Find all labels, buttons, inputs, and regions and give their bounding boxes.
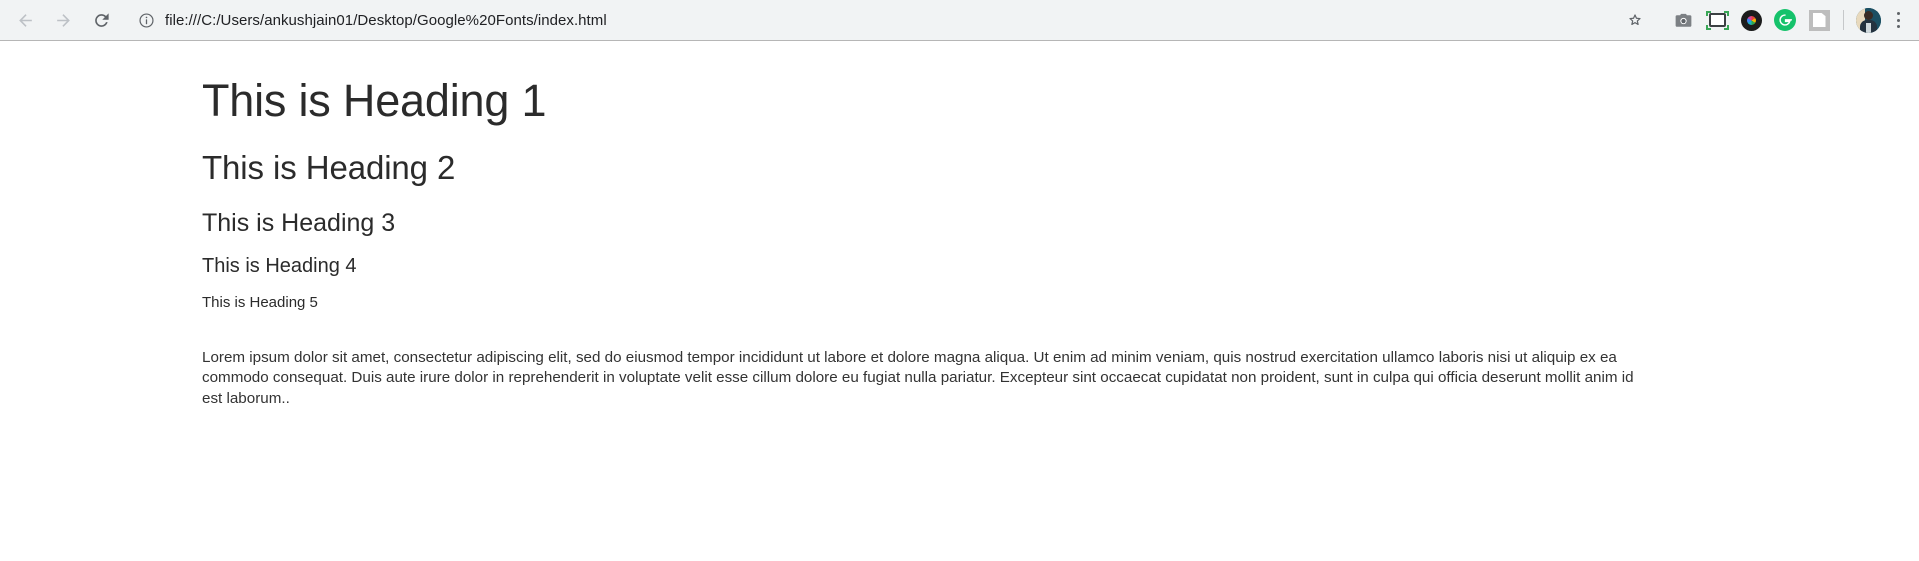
page-fold-icon[interactable] — [1802, 3, 1836, 37]
grammarly-g-glyph-icon — [1774, 9, 1796, 31]
heading-3: This is Heading 3 — [202, 208, 396, 237]
avatar — [1855, 7, 1881, 33]
navigation-button-group — [0, 3, 120, 37]
browser-toolbar: file:///C:/Users/ankushjain01/Desktop/Go… — [0, 0, 1919, 41]
heading-2: This is Heading 2 — [202, 148, 456, 186]
heading-5: This is Heading 5 — [202, 294, 318, 312]
letter-g-icon — [1779, 14, 1793, 26]
page-fold-glyph-icon — [1808, 9, 1830, 31]
reload-button[interactable] — [82, 3, 120, 37]
toolbar-divider — [1843, 10, 1844, 30]
back-button[interactable] — [6, 3, 44, 37]
kebab-dot — [1896, 18, 1900, 22]
page-content: This is Heading 1 This is Heading 2 This… — [0, 41, 1919, 561]
kebab-dot — [1896, 24, 1900, 28]
grammarly-icon[interactable] — [1768, 3, 1802, 37]
heading-4: This is Heading 4 — [202, 255, 357, 278]
forward-arrow-icon — [56, 13, 70, 27]
capture-region-glyph-icon — [1705, 10, 1729, 30]
body-paragraph: Lorem ipsum dolor sit amet, consectetur … — [202, 348, 1634, 408]
camera-icon[interactable] — [1666, 3, 1700, 37]
site-info-icon[interactable] — [136, 10, 156, 30]
reload-icon — [94, 12, 109, 27]
kebab-dot — [1896, 12, 1900, 16]
colorzilla-lens-glyph-icon — [1740, 9, 1762, 31]
info-circle-icon — [138, 12, 154, 28]
star-outline-icon — [1629, 14, 1641, 26]
screenshot-frame-icon[interactable] — [1700, 3, 1734, 37]
bookmark-star-icon[interactable] — [1620, 6, 1650, 34]
colorzilla-icon[interactable] — [1734, 3, 1768, 37]
url-text[interactable]: file:///C:/Users/ankushjain01/Desktop/Go… — [165, 12, 1616, 29]
camera-glyph-icon — [1675, 13, 1691, 27]
extension-icon-group — [1666, 3, 1919, 37]
heading-1: This is Heading 1 — [202, 75, 547, 126]
chrome-menu-button[interactable] — [1885, 5, 1911, 35]
profile-avatar-button[interactable] — [1851, 3, 1885, 37]
forward-button[interactable] — [44, 3, 82, 37]
back-arrow-icon — [18, 13, 32, 27]
address-bar[interactable]: file:///C:/Users/ankushjain01/Desktop/Go… — [126, 5, 1658, 35]
